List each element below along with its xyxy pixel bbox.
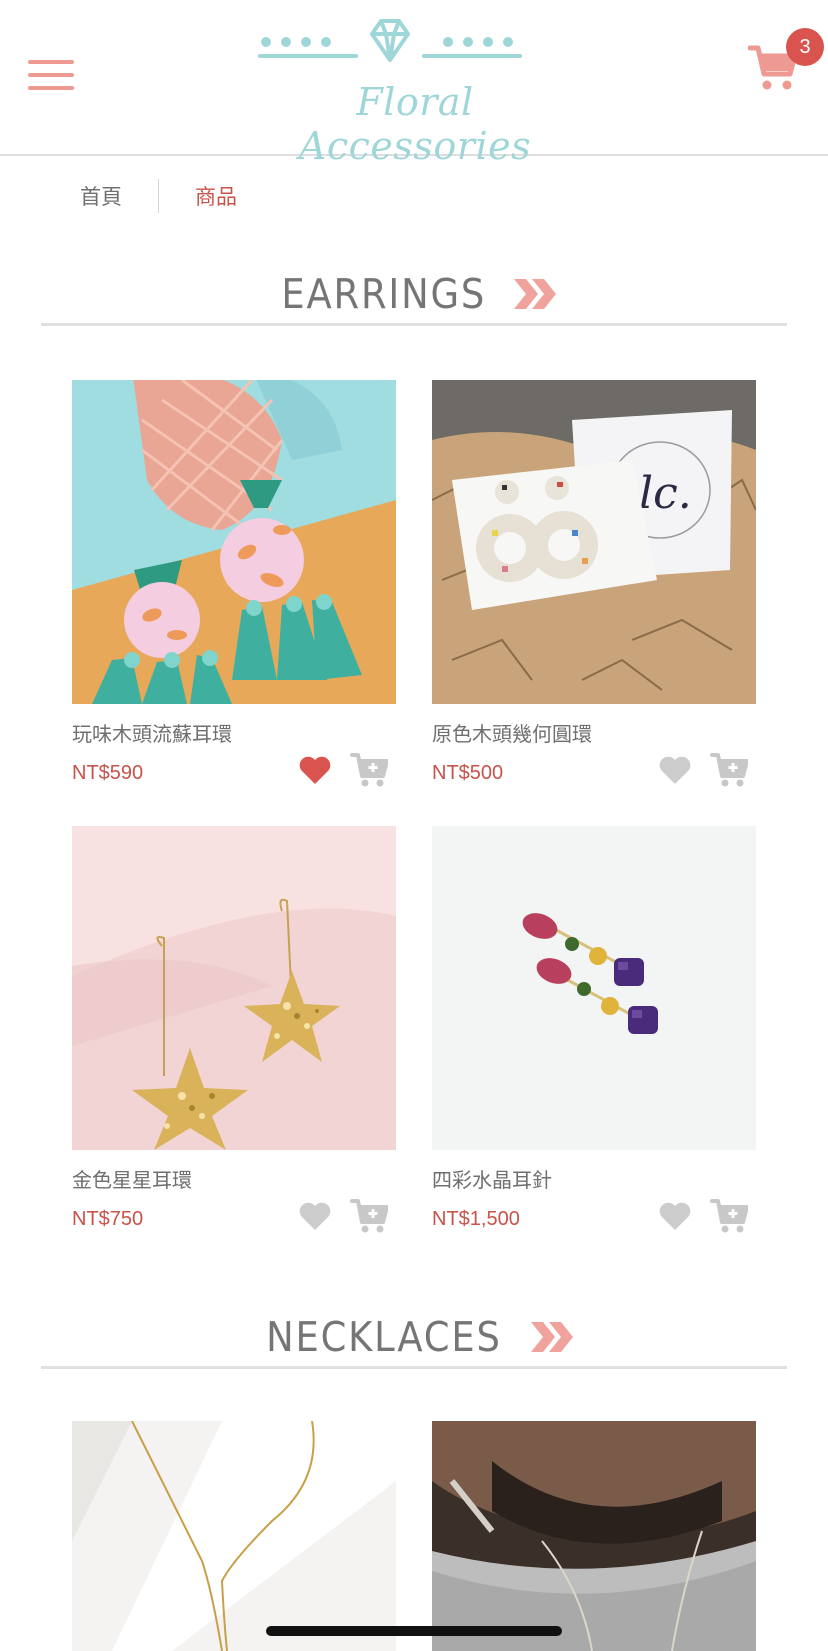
- product-price: NT$500: [432, 762, 504, 784]
- favorite-heart-icon[interactable]: [298, 754, 332, 786]
- cart-button[interactable]: 3: [748, 28, 826, 100]
- double-chevron-right-icon: [530, 1322, 573, 1352]
- add-to-cart-icon[interactable]: [350, 752, 388, 788]
- favorite-heart-icon[interactable]: [658, 754, 692, 786]
- product-card: 玩味木頭流蘇耳環 NT$590: [72, 380, 396, 800]
- hamburger-menu-icon[interactable]: [28, 60, 74, 90]
- product-name[interactable]: 四彩水晶耳針: [432, 1164, 552, 1193]
- product-image[interactable]: [72, 1421, 396, 1651]
- app-header: Floral Accessories 3: [0, 0, 828, 168]
- breadcrumb-divider: [158, 179, 159, 213]
- product-image[interactable]: [72, 826, 396, 1150]
- breadcrumb-products[interactable]: 商品: [195, 181, 237, 211]
- favorite-heart-icon[interactable]: [298, 1200, 332, 1232]
- product-image[interactable]: lc.: [432, 380, 756, 704]
- breadcrumb-home[interactable]: 首頁: [80, 181, 122, 211]
- home-indicator[interactable]: [266, 1626, 562, 1636]
- favorite-heart-icon[interactable]: [658, 1200, 692, 1232]
- cart-count-badge: 3: [786, 28, 824, 66]
- diamond-icon: [258, 19, 522, 62]
- product-price: NT$750: [72, 1208, 144, 1230]
- product-name[interactable]: 金色星星耳環: [72, 1164, 192, 1193]
- brand-name: Floral Accessories: [298, 80, 532, 168]
- section-heading-earrings: EARRINGS: [41, 266, 787, 326]
- product-price: NT$1,500: [432, 1208, 520, 1230]
- brand-logo[interactable]: Floral Accessories: [250, 14, 580, 168]
- add-to-cart-icon[interactable]: [710, 1198, 748, 1234]
- product-name[interactable]: 原色木頭幾何圓環: [432, 718, 592, 747]
- add-to-cart-icon[interactable]: [350, 1198, 388, 1234]
- product-image[interactable]: [432, 826, 756, 1150]
- product-image[interactable]: [72, 380, 396, 704]
- svg-text:lc.: lc.: [639, 468, 692, 519]
- product-card: 金色星星耳環 NT$750: [72, 826, 396, 1246]
- product-card: 四彩水晶耳針 NT$1,500: [432, 826, 756, 1246]
- add-to-cart-icon[interactable]: [710, 752, 748, 788]
- double-chevron-right-icon: [513, 279, 556, 309]
- section-title: NECKLACES: [266, 1313, 502, 1361]
- product-name[interactable]: 玩味木頭流蘇耳環: [72, 718, 232, 747]
- product-card: lc. 原色木頭幾何圓環 NT$500: [432, 380, 756, 800]
- section-title: EARRINGS: [281, 270, 487, 318]
- product-image[interactable]: [432, 1421, 756, 1651]
- breadcrumb: 首頁 商品: [80, 178, 237, 214]
- section-heading-necklaces: NECKLACES: [41, 1309, 787, 1369]
- product-price: NT$590: [72, 762, 144, 784]
